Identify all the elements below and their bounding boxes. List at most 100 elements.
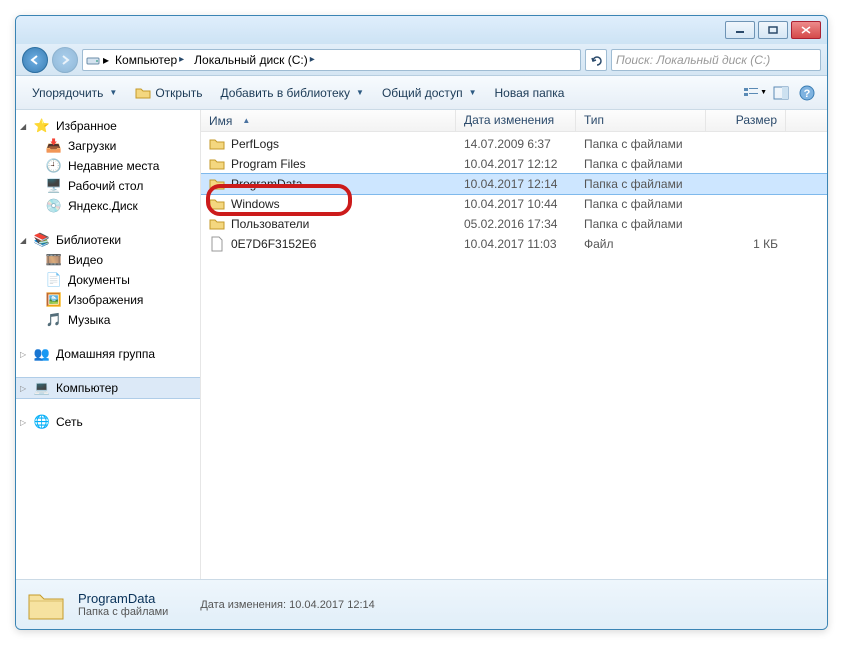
file-name: Program Files (231, 157, 306, 171)
back-button[interactable] (22, 47, 48, 73)
close-button[interactable] (791, 21, 821, 39)
refresh-button[interactable] (585, 49, 607, 71)
close-icon (801, 26, 811, 34)
folder-icon (209, 156, 225, 172)
search-input[interactable]: Поиск: Локальный диск (C:) (611, 49, 821, 71)
homegroup-icon: 👥 (34, 346, 50, 362)
table-row[interactable]: Windows10.04.2017 10:44Папка с файлами (201, 194, 827, 214)
column-type[interactable]: Тип (576, 110, 706, 131)
yadisk-icon: 💿 (46, 198, 62, 214)
statusbar: ProgramData Папка с файлами Дата изменен… (16, 579, 827, 629)
content-area: ⭐ Избранное 📥Загрузки 🕘Недавние места 🖥️… (16, 110, 827, 579)
file-type: Папка с файлами (576, 157, 706, 171)
navbar: ▸ Компьютер▸ Локальный диск (C:)▸ Поиск:… (16, 44, 827, 76)
chevron-down-icon: ▼ (109, 88, 117, 97)
folder-icon (209, 196, 225, 212)
file-list: Имя▲ Дата изменения Тип Размер PerfLogs1… (201, 110, 827, 579)
folder-open-icon (135, 85, 151, 101)
file-type: Папка с файлами (576, 137, 706, 151)
open-button[interactable]: Открыть (127, 81, 210, 105)
organize-menu[interactable]: Упорядочить▼ (24, 82, 125, 104)
view-menu[interactable]: ▼ (743, 81, 767, 105)
file-date: 05.02.2016 17:34 (456, 217, 576, 231)
file-name: Windows (231, 197, 280, 211)
sidebar-documents[interactable]: 📄Документы (16, 270, 200, 290)
chevron-down-icon: ▼ (356, 88, 364, 97)
sidebar-downloads[interactable]: 📥Загрузки (16, 136, 200, 156)
add-to-library-menu[interactable]: Добавить в библиотеку▼ (212, 82, 371, 104)
column-date[interactable]: Дата изменения (456, 110, 576, 131)
drive-icon (85, 52, 101, 68)
crumb-localdisk[interactable]: Локальный диск (C:)▸ (190, 53, 319, 67)
forward-button[interactable] (52, 47, 78, 73)
status-meta: Дата изменения: 10.04.2017 12:14 (200, 599, 374, 611)
status-title: ProgramData (78, 591, 168, 606)
maximize-icon (768, 26, 778, 34)
sidebar[interactable]: ⭐ Избранное 📥Загрузки 🕘Недавние места 🖥️… (16, 110, 201, 579)
new-folder-button[interactable]: Новая папка (486, 82, 572, 104)
file-date: 10.04.2017 12:12 (456, 157, 576, 171)
breadcrumb[interactable]: ▸ Компьютер▸ Локальный диск (C:)▸ (82, 49, 581, 71)
table-row[interactable]: Program Files 10.04.2017 12:12Папка с фай… (201, 154, 827, 174)
sort-asc-icon: ▲ (242, 116, 250, 125)
downloads-icon: 📥 (46, 138, 62, 154)
libraries-icon: 📚 (34, 232, 50, 248)
view-icon (743, 86, 758, 100)
table-row[interactable]: 0E7D6F3152E610.04.2017 11:03Файл1 КБ (201, 234, 827, 254)
file-name: PerfLogs (231, 137, 279, 151)
sidebar-libraries[interactable]: 📚Библиотеки (16, 230, 200, 250)
preview-icon (773, 86, 789, 100)
table-row[interactable]: PerfLogs14.07.2009 6:37Папка с файлами (201, 134, 827, 154)
sidebar-network[interactable]: 🌐Сеть (16, 412, 200, 432)
chevron-down-icon: ▼ (469, 88, 477, 97)
star-icon: ⭐ (34, 118, 50, 134)
file-icon (209, 236, 225, 252)
status-text: ProgramData Папка с файлами (78, 591, 168, 618)
explorer-window: ▸ Компьютер▸ Локальный диск (C:)▸ Поиск:… (15, 15, 828, 630)
preview-pane-button[interactable] (769, 81, 793, 105)
sidebar-pictures[interactable]: 🖼️Изображения (16, 290, 200, 310)
recent-icon: 🕘 (46, 158, 62, 174)
sidebar-computer[interactable]: 💻Компьютер (16, 378, 200, 398)
folder-icon (209, 176, 225, 192)
sidebar-music[interactable]: 🎵Музыка (16, 310, 200, 330)
chevron-right-icon: ▸ (179, 54, 184, 65)
network-icon: 🌐 (34, 414, 50, 430)
sidebar-yadisk[interactable]: 💿Яндекс.Диск (16, 196, 200, 216)
list-body[interactable]: PerfLogs14.07.2009 6:37Папка с файламиPr… (201, 132, 827, 579)
chevron-down-icon: ▼ (760, 89, 767, 96)
file-type: Папка с файлами (576, 217, 706, 231)
arrow-left-icon (29, 54, 41, 66)
sidebar-homegroup[interactable]: 👥Домашняя группа (16, 344, 200, 364)
column-size[interactable]: Размер (706, 110, 786, 131)
pictures-icon: 🖼️ (46, 292, 62, 308)
file-name: ProgramData (231, 177, 302, 191)
table-row[interactable]: Пользователи 05.02.2016 17:34Папка с файл… (201, 214, 827, 234)
file-date: 10.04.2017 11:03 (456, 237, 576, 251)
file-date: 10.04.2017 12:14 (456, 177, 576, 191)
folder-icon (209, 136, 225, 152)
svg-text:?: ? (804, 88, 811, 100)
sidebar-recent[interactable]: 🕘Недавние места (16, 156, 200, 176)
file-name: Пользователи (231, 217, 309, 231)
folder-icon (209, 216, 225, 232)
file-date: 10.04.2017 10:44 (456, 197, 576, 211)
titlebar (16, 16, 827, 44)
table-row[interactable]: ProgramData 10.04.2017 12:14Папка с файла… (201, 174, 827, 194)
music-icon: 🎵 (46, 312, 62, 328)
file-type: Папка с файлами (576, 177, 706, 191)
file-name: 0E7D6F3152E6 (231, 237, 316, 251)
status-sub: Папка с файлами (78, 606, 168, 618)
share-menu[interactable]: Общий доступ▼ (374, 82, 485, 104)
computer-icon: 💻 (34, 380, 50, 396)
sidebar-desktop[interactable]: 🖥️Рабочий стол (16, 176, 200, 196)
maximize-button[interactable] (758, 21, 788, 39)
sidebar-favorites[interactable]: ⭐ Избранное (16, 116, 200, 136)
help-button[interactable]: ? (795, 81, 819, 105)
minimize-button[interactable] (725, 21, 755, 39)
crumb-computer[interactable]: Компьютер▸ (111, 53, 188, 67)
folder-large-icon (26, 585, 66, 625)
arrow-right-icon (59, 54, 71, 66)
column-name[interactable]: Имя▲ (201, 110, 456, 131)
sidebar-video[interactable]: 🎞️Видео (16, 250, 200, 270)
